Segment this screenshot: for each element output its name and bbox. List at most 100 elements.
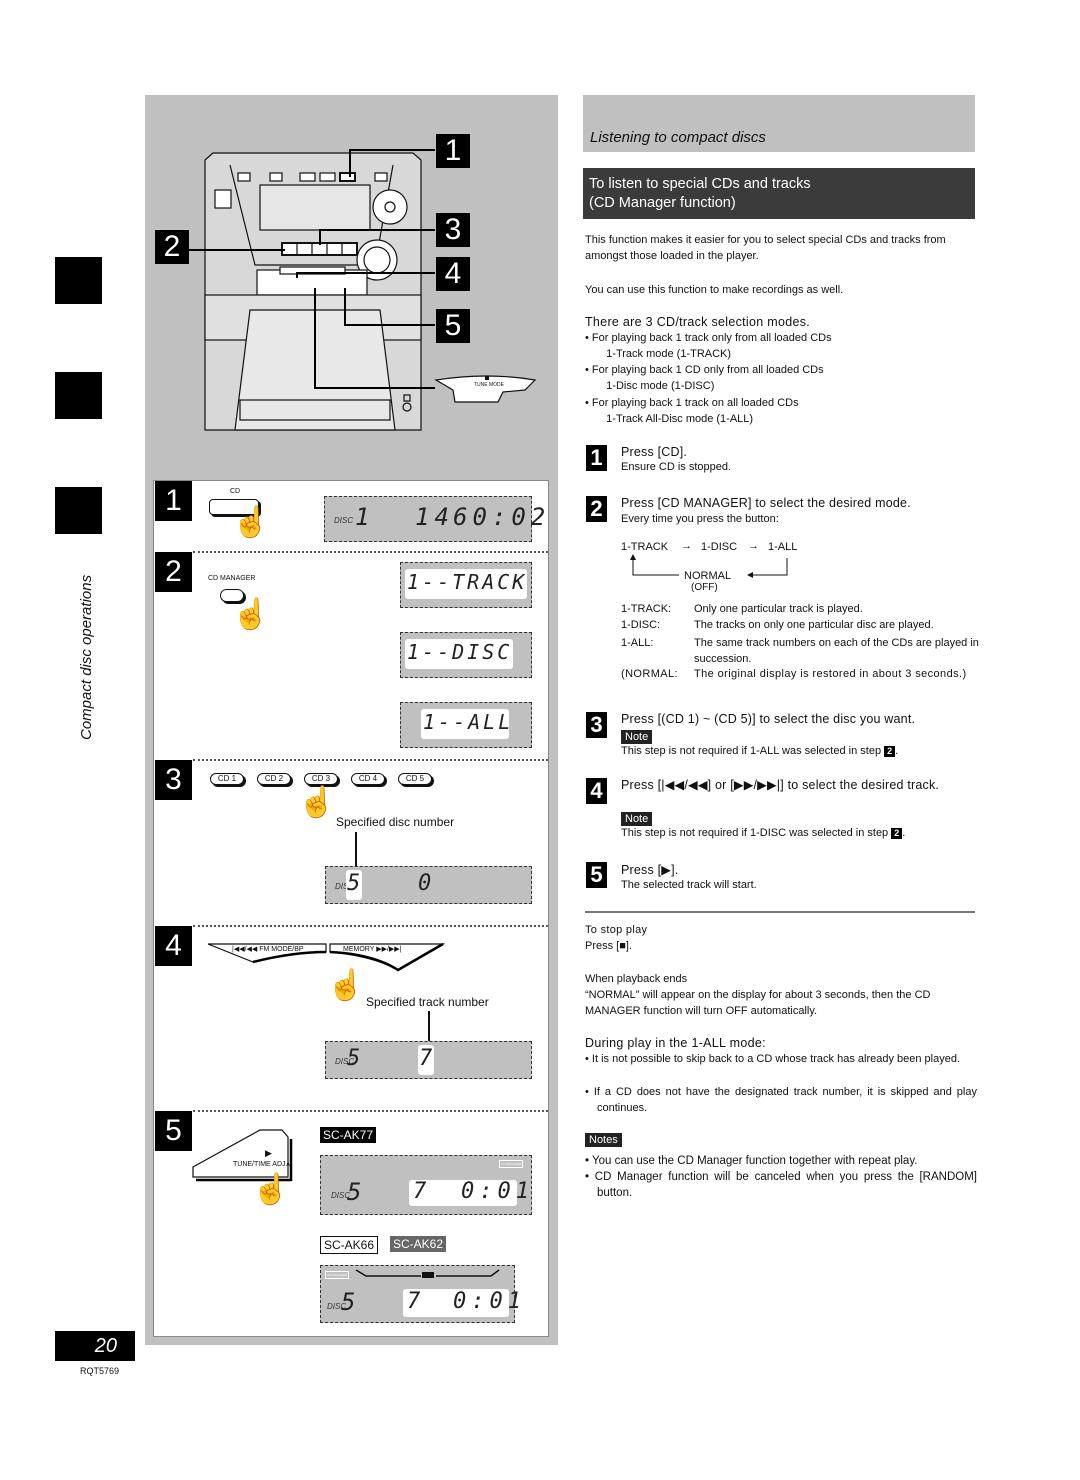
play-symbol: ▶ <box>265 1148 272 1158</box>
cycle-1-disc: 1-DISC <box>701 541 738 553</box>
display-disc-number: 5 <box>347 1178 367 1206</box>
cd-manager-indicator: CD MANAGER <box>325 1271 350 1279</box>
display-step1: DISC 1 14 60:02 <box>324 496 545 542</box>
bullet-text: If a CD does not have the designated tra… <box>593 1086 977 1114</box>
callout-5: 5 <box>436 309 470 343</box>
page-number: 20 <box>55 1331 135 1361</box>
playback-end-heading: When playback ends <box>585 973 688 985</box>
play-button[interactable]: TUNE/TIME ADJ∧ <box>233 1160 291 1168</box>
playback-end-text: “NORMAL” will appear on the display for … <box>585 989 931 1017</box>
step-5-title: Press [▶]. <box>621 863 679 877</box>
display-disc-number: 5 <box>347 871 366 896</box>
display-step3: DISC 5 0 <box>325 866 532 904</box>
note-text: This step is not required if 1-DISC was … <box>621 827 889 839</box>
one-all-heading: During play in the 1-ALL mode: <box>585 1036 766 1050</box>
step-5-subtext: The selected track will start. <box>621 879 757 891</box>
display-mode-text: 1--TRACK <box>407 570 528 594</box>
step-3-title: Press [(CD 1) ~ (CD 5)] to select the di… <box>621 712 916 726</box>
display-track-number: 7 <box>407 1289 426 1314</box>
mode-name: 1-Disc mode (1-DISC) <box>606 380 715 392</box>
callout-3: 3 <box>436 213 470 247</box>
tune-mode-button-illustration <box>434 375 537 403</box>
intro-paragraph: This function makes it easier for you to… <box>585 234 946 262</box>
disc-number-caption: Specified disc number <box>336 815 455 829</box>
cd1-button[interactable]: CD 1 <box>210 773 244 785</box>
mode-def-key: 1-ALL: <box>621 637 654 649</box>
mode-def-value: The original display is restored in abou… <box>694 668 967 680</box>
mode-def-value: The tracks on only one particular disc a… <box>694 619 934 631</box>
pointing-hand-icon: ☝ <box>298 786 336 819</box>
mode-desc: For playing back 1 CD only from all load… <box>591 364 824 376</box>
note-text: This step is not required if 1-ALL was s… <box>621 745 882 757</box>
step-2-title: Press [CD MANAGER] to select the desired… <box>621 496 911 510</box>
skip-back-button[interactable]: |◀◀/◀◀ FM MODE/BP <box>232 945 304 953</box>
display-mode-text: 1--DISC <box>407 640 513 664</box>
model-tag-sc-ak77: SC-AK77 <box>320 1127 377 1143</box>
step-divider <box>193 925 548 927</box>
display-step5-ak66: CD MANAGER DISC 5 7 0:01 <box>320 1265 521 1323</box>
model-tag-sc-ak66: SC-AK66 <box>320 1236 379 1254</box>
note-text: CD Manager function will be canceled whe… <box>594 1171 977 1199</box>
stereo-unit-illustration <box>185 149 435 431</box>
mode-def-row: 1-DISC: The tracks on only one particular… <box>621 619 981 631</box>
callout-4: 4 <box>436 257 470 291</box>
pointing-hand-icon: ☝ <box>232 506 270 539</box>
disc-icon: DISC <box>334 516 354 525</box>
cd-manager-indicator: CD MANAGER <box>499 1160 524 1168</box>
note-bullet: • You can use the CD Manager function to… <box>585 1155 918 1167</box>
cd3-button[interactable]: CD 3 <box>304 773 338 785</box>
display-track-number: 0 <box>418 871 437 896</box>
mode-def-row: 1-ALL: The same track numbers on each of … <box>621 635 981 667</box>
mode-item: • For playing back 1 track only from all… <box>585 332 832 360</box>
mode-desc: For playing back 1 track on all loaded C… <box>591 397 799 409</box>
display-track-number: 14 <box>415 503 454 531</box>
cycle-1-track: 1-TRACK <box>621 541 669 553</box>
section-divider <box>585 911 975 913</box>
arrow-right-icon: → <box>748 540 759 552</box>
intro-paragraph-2: You can use this function to make record… <box>585 284 844 296</box>
display-1-all: 1--ALL <box>400 702 532 748</box>
section-tab-block-1 <box>55 257 102 304</box>
note-bullet: • CD Manager function will be canceled w… <box>585 1171 977 1199</box>
mode-def-value: The same track numbers on each of the CD… <box>694 637 979 665</box>
model-tag-sc-ak62: SC-AK62 <box>390 1236 447 1252</box>
section-tab-block-3 <box>55 487 102 534</box>
subsection-title-line2: (CD Manager function) <box>589 195 736 211</box>
cd2-button[interactable]: CD 2 <box>257 773 291 785</box>
display-1-track: 1--TRACK <box>400 562 532 608</box>
mode-def-row: (NORMAL: The original display is restored… <box>621 666 981 682</box>
cd4-button[interactable]: CD 4 <box>351 773 385 785</box>
cycle-off: (OFF) <box>691 582 718 593</box>
display-time: 0:01 <box>461 1179 534 1204</box>
step-number-3: 3 <box>586 712 607 738</box>
step-number-5: 5 <box>586 862 607 888</box>
disc-tray-indicator-icon <box>355 1269 500 1278</box>
skip-forward-button[interactable]: MEMORY ▶▶/▶▶| <box>343 945 402 953</box>
display-step5-ak77: CD MANAGER DISC 5 7 0:01 <box>320 1155 532 1215</box>
cycle-1-all: 1-ALL <box>768 541 798 553</box>
step-number-4: 4 <box>586 778 607 804</box>
mode-desc: For playing back 1 track only from all l… <box>591 332 832 344</box>
callout-1: 1 <box>436 134 470 168</box>
display-track-number: 7 <box>419 1046 438 1071</box>
cd-button-label: CD <box>230 488 241 495</box>
step-number-1: 1 <box>586 445 607 471</box>
tune-mode-label: TUNE MODE <box>474 382 504 388</box>
mode-name: 1-Track All-Disc mode (1-ALL) <box>606 413 754 425</box>
one-all-bullet: • It is not possible to skip back to a C… <box>585 1053 961 1065</box>
step-divider <box>193 551 548 553</box>
arrow-right-icon: → <box>681 540 692 552</box>
cd5-button[interactable]: CD 5 <box>398 773 432 785</box>
mode-def-key: 1-TRACK: <box>621 603 672 615</box>
modes-heading: There are 3 CD/track selection modes. <box>585 315 811 329</box>
mode-def-value: Only one particular track is played. <box>694 603 863 615</box>
display-disc-number: 5 <box>347 1046 366 1071</box>
pointing-hand-icon: ☝ <box>252 1173 290 1206</box>
step-2-subtext: Every time you press the button: <box>621 513 779 525</box>
note-text: You can use the CD Manager function toge… <box>592 1155 918 1167</box>
callout-2: 2 <box>155 230 189 264</box>
track-number-caption: Specified track number <box>366 995 489 1009</box>
mode-cycle-diagram: 1-TRACK → 1-DISC → 1-ALL NORMAL (OFF) <box>621 540 821 600</box>
step-ref-badge: 2 <box>891 828 903 839</box>
pointing-hand-icon: ☝ <box>327 969 365 1002</box>
